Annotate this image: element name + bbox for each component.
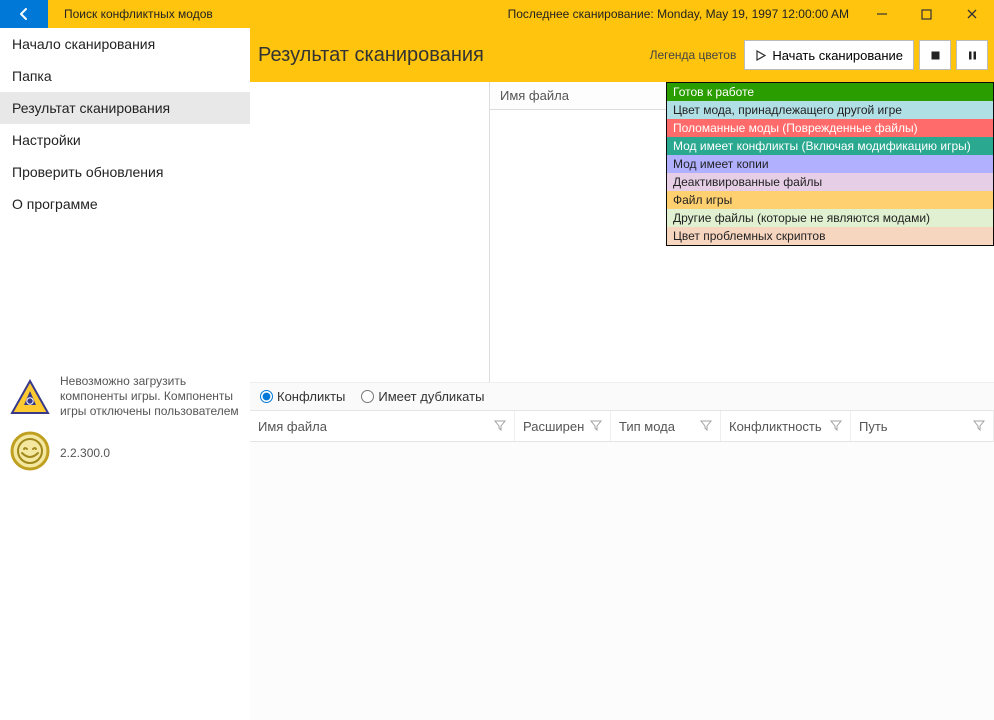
radio-duplicates[interactable]: Имеет дубликаты <box>361 389 484 404</box>
title-bar: Поиск конфликтных модов Последнее сканир… <box>0 0 994 28</box>
back-button[interactable] <box>0 0 48 28</box>
col-header-mod-type-label: Тип мода <box>619 419 675 434</box>
stop-icon <box>930 50 941 61</box>
filter-icon[interactable] <box>494 419 506 434</box>
minimize-icon <box>876 8 888 20</box>
warning-icon <box>10 379 50 415</box>
legend-row: Готов к работе <box>667 83 993 101</box>
col-header-path[interactable]: Путь <box>851 411 994 441</box>
page-title: Результат сканирования <box>250 44 484 67</box>
filter-radio-row: Конфликты Имеет дубликаты <box>250 382 994 410</box>
radio-conflicts-input[interactable] <box>260 390 273 403</box>
version-text: 2.2.300.0 <box>60 446 110 460</box>
results-table-header: Имя файла Расширен Тип мода Конфликтност… <box>250 410 994 442</box>
legend-row: Поломанные моды (Поврежденные файлы) <box>667 119 993 137</box>
col-header-conflict[interactable]: Конфликтность <box>721 411 851 441</box>
radio-duplicates-label: Имеет дубликаты <box>378 389 484 404</box>
maximize-button[interactable] <box>904 0 949 28</box>
sidebar-item-scan-result[interactable]: Результат сканирования <box>0 92 250 124</box>
last-scan-text: Последнее сканирование: Monday, May 19, … <box>508 7 859 21</box>
legend-label[interactable]: Легенда цветов <box>650 48 745 62</box>
sidebar-item-check-updates[interactable]: Проверить обновления <box>0 156 250 188</box>
start-scan-label: Начать сканирование <box>772 48 903 63</box>
maximize-icon <box>921 9 932 20</box>
pause-icon <box>967 50 978 61</box>
app-title: Поиск конфликтных модов <box>56 7 213 21</box>
status-warning-text: Невозможно загрузить компоненты игры. Ко… <box>60 374 240 419</box>
sidebar-item-about[interactable]: О программе <box>0 188 250 220</box>
legend-row: Цвет мода, принадлежащего другой игре <box>667 101 993 119</box>
col-header-file[interactable]: Имя файла <box>250 411 515 441</box>
status-warning-row: Невозможно загрузить компоненты игры. Ко… <box>0 368 250 425</box>
main-content: Результат сканирования Легенда цветов На… <box>250 28 994 720</box>
stop-button[interactable] <box>919 40 951 70</box>
legend-popup: Готов к работеЦвет мода, принадлежащего … <box>666 82 994 246</box>
radio-duplicates-input[interactable] <box>361 390 374 403</box>
legend-row: Цвет проблемных скриптов <box>667 227 993 245</box>
sidebar-item-start-scan[interactable]: Начало сканирования <box>0 28 250 60</box>
col-header-extension-label: Расширен <box>523 419 584 434</box>
file-panel <box>250 82 490 382</box>
sidebar-item-folder[interactable]: Папка <box>0 60 250 92</box>
filter-icon[interactable] <box>830 419 842 434</box>
page-header: Результат сканирования Легенда цветов На… <box>250 28 994 82</box>
legend-row: Файл игры <box>667 191 993 209</box>
file-column-label: Имя файла <box>500 88 569 103</box>
filter-icon[interactable] <box>973 419 985 434</box>
radio-conflicts[interactable]: Конфликты <box>260 389 345 404</box>
minimize-button[interactable] <box>859 0 904 28</box>
sidebar-item-settings[interactable]: Настройки <box>0 124 250 156</box>
arrow-left-icon <box>16 6 32 22</box>
detail-panel: Имя файла Готов к работеЦвет мода, прина… <box>490 82 994 382</box>
col-header-path-label: Путь <box>859 419 888 434</box>
sidebar: Начало сканирования Папка Результат скан… <box>0 28 250 720</box>
legend-row: Мод имеет копии <box>667 155 993 173</box>
version-row: 2.2.300.0 <box>0 425 250 480</box>
play-icon <box>755 50 766 61</box>
col-header-mod-type[interactable]: Тип мода <box>611 411 721 441</box>
col-header-file-label: Имя файла <box>258 419 327 434</box>
results-table-body <box>250 442 994 720</box>
version-icon <box>10 431 50 474</box>
radio-conflicts-label: Конфликты <box>277 389 345 404</box>
legend-row: Деактивированные файлы <box>667 173 993 191</box>
legend-row: Мод имеет конфликты (Включая модификацию… <box>667 137 993 155</box>
filter-icon[interactable] <box>590 419 602 434</box>
col-header-extension[interactable]: Расширен <box>515 411 611 441</box>
start-scan-button[interactable]: Начать сканирование <box>744 40 914 70</box>
close-icon <box>966 8 978 20</box>
legend-row: Другие файлы (которые не являются модами… <box>667 209 993 227</box>
filter-icon[interactable] <box>700 419 712 434</box>
col-header-conflict-label: Конфликтность <box>729 419 822 434</box>
pause-button[interactable] <box>956 40 988 70</box>
close-button[interactable] <box>949 0 994 28</box>
